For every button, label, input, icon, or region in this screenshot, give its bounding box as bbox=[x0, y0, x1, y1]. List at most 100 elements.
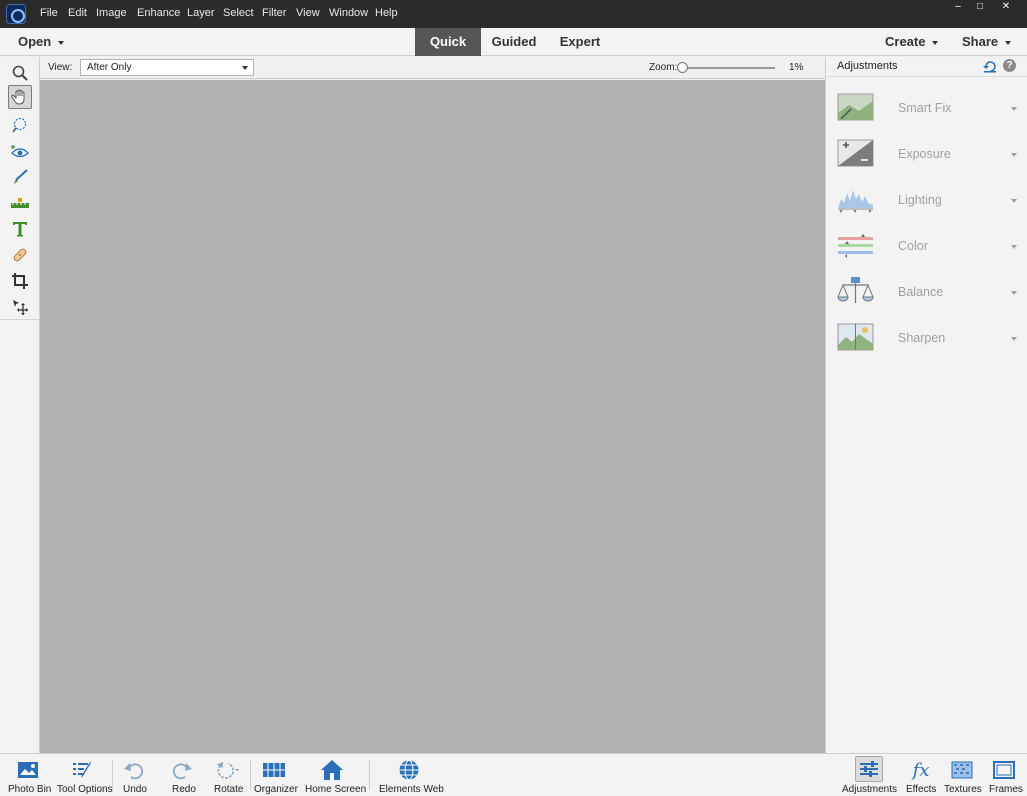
adjustment-lighting[interactable]: Lighting bbox=[826, 179, 1027, 225]
title-bar: File Edit Image Enhance Layer Select Fil… bbox=[0, 0, 1027, 28]
move-icon bbox=[13, 300, 28, 315]
frames-button[interactable]: Frames bbox=[986, 754, 1024, 796]
adjustments-button[interactable]: Adjustments bbox=[840, 754, 898, 796]
chevron-down-icon bbox=[1011, 153, 1017, 157]
view-options-bar: View: After Only Zoom: 1% bbox=[40, 57, 825, 79]
home-screen-button[interactable]: Home Screen bbox=[303, 754, 367, 796]
menu-help[interactable]: Help bbox=[375, 7, 398, 19]
effects-button[interactable]: fx Effects bbox=[904, 754, 938, 796]
photo-bin-label: Photo Bin bbox=[8, 784, 52, 795]
create-button[interactable]: Create bbox=[880, 28, 950, 56]
adjustment-balance[interactable]: Balance bbox=[826, 271, 1027, 317]
zoom-slider-track[interactable] bbox=[683, 67, 775, 69]
whiten-teeth-tool[interactable] bbox=[8, 165, 32, 189]
view-label: View: bbox=[48, 62, 73, 73]
reset-icon[interactable] bbox=[983, 60, 997, 73]
undo-label: Undo bbox=[123, 784, 147, 795]
magnifier-icon bbox=[12, 65, 28, 81]
open-label: Open bbox=[18, 34, 52, 49]
spot-healing-tool[interactable] bbox=[8, 243, 32, 267]
chevron-down-icon bbox=[242, 66, 248, 70]
chevron-down-icon bbox=[1011, 245, 1017, 249]
zoom-label: Zoom: bbox=[649, 62, 678, 73]
red-eye-tool[interactable] bbox=[8, 140, 32, 164]
adjustment-smart-fix[interactable]: Smart Fix bbox=[826, 87, 1027, 133]
menu-layer[interactable]: Layer bbox=[187, 7, 215, 19]
straighten-tool[interactable] bbox=[8, 191, 32, 215]
menu-file[interactable]: File bbox=[40, 7, 58, 19]
tool-options-label: Tool Options bbox=[57, 784, 113, 795]
adjustment-color[interactable]: Color bbox=[826, 225, 1027, 271]
tools-panel bbox=[0, 57, 40, 753]
close-button[interactable]: ✕ bbox=[996, 1, 1016, 13]
hand-tool[interactable] bbox=[8, 85, 32, 109]
elements-web-button[interactable]: Elements Web bbox=[377, 754, 444, 796]
tool-options-button[interactable]: Tool Options bbox=[55, 754, 113, 796]
frames-icon bbox=[992, 759, 1016, 781]
view-select-value: After Only bbox=[87, 62, 132, 73]
image-canvas[interactable] bbox=[40, 80, 825, 753]
adjustment-label: Balance bbox=[898, 285, 944, 299]
rotate-button[interactable]: Rotate bbox=[212, 754, 246, 796]
chevron-down-icon bbox=[58, 40, 65, 45]
photo-bin-icon bbox=[16, 759, 40, 781]
tab-guided[interactable]: Guided bbox=[482, 28, 546, 56]
redo-label: Redo bbox=[172, 784, 196, 795]
adjustment-label: Sharpen bbox=[898, 331, 946, 345]
menu-select[interactable]: Select bbox=[223, 7, 254, 19]
menu-enhance[interactable]: Enhance bbox=[137, 7, 180, 19]
open-button[interactable]: Open bbox=[12, 28, 76, 56]
menu-image[interactable]: Image bbox=[96, 7, 127, 19]
crop-tool[interactable] bbox=[8, 269, 32, 293]
textures-label: Textures bbox=[944, 784, 982, 795]
adjustment-label: Color bbox=[898, 239, 928, 253]
redo-icon bbox=[170, 759, 194, 781]
adjustments-icon bbox=[855, 756, 883, 782]
home-screen-label: Home Screen bbox=[305, 784, 367, 795]
chevron-down-icon bbox=[1005, 40, 1012, 45]
adjustment-sharpen[interactable]: Sharpen bbox=[826, 317, 1027, 363]
hand-icon bbox=[11, 89, 25, 105]
view-select[interactable]: After Only bbox=[80, 59, 254, 76]
create-label: Create bbox=[885, 34, 926, 49]
help-icon[interactable]: ? bbox=[1003, 59, 1016, 72]
bottom-divider bbox=[369, 760, 370, 790]
maximize-button[interactable]: □ bbox=[970, 1, 990, 13]
fx-icon: fx bbox=[912, 759, 930, 781]
tab-quick[interactable]: Quick bbox=[415, 28, 481, 56]
panel-title: Adjustments bbox=[837, 60, 898, 72]
adjustment-exposure[interactable]: Exposure bbox=[826, 133, 1027, 179]
move-tool[interactable] bbox=[8, 295, 32, 319]
redo-button[interactable]: Redo bbox=[168, 754, 198, 796]
organizer-icon bbox=[262, 759, 286, 781]
menu-edit[interactable]: Edit bbox=[68, 7, 87, 19]
organizer-button[interactable]: Organizer bbox=[253, 754, 298, 796]
undo-button[interactable]: Undo bbox=[120, 754, 150, 796]
menu-view[interactable]: View bbox=[296, 7, 320, 19]
minimize-button[interactable]: – bbox=[948, 1, 968, 13]
photo-bin-button[interactable]: Photo Bin bbox=[6, 754, 52, 796]
adjustments-panel: Adjustments ? Smart Fix Exposure Lightin… bbox=[825, 57, 1027, 753]
quick-selection-icon bbox=[12, 117, 27, 133]
effects-label: Effects bbox=[906, 784, 937, 795]
tab-expert[interactable]: Expert bbox=[548, 28, 612, 56]
straighten-icon bbox=[11, 198, 29, 208]
menu-window[interactable]: Window bbox=[329, 7, 368, 19]
zoom-value: 1% bbox=[789, 62, 804, 73]
app-logo-icon[interactable] bbox=[6, 4, 26, 24]
textures-button[interactable]: Textures bbox=[942, 754, 982, 796]
zoom-slider-thumb[interactable] bbox=[677, 62, 688, 73]
panel-header: Adjustments ? bbox=[826, 57, 1027, 77]
type-tool[interactable] bbox=[8, 217, 32, 241]
crop-icon bbox=[12, 273, 28, 289]
zoom-tool[interactable] bbox=[8, 61, 32, 85]
lighting-icon bbox=[838, 190, 873, 213]
bottom-divider bbox=[250, 760, 251, 790]
share-button[interactable]: Share bbox=[957, 28, 1021, 56]
quick-selection-tool[interactable] bbox=[8, 113, 32, 137]
undo-icon bbox=[122, 759, 146, 781]
sharpen-icon bbox=[837, 323, 874, 351]
chevron-down-icon bbox=[932, 40, 939, 45]
menu-filter[interactable]: Filter bbox=[262, 7, 286, 19]
bottom-bar: Photo Bin Tool Options Undo Redo Rotate … bbox=[0, 753, 1027, 795]
